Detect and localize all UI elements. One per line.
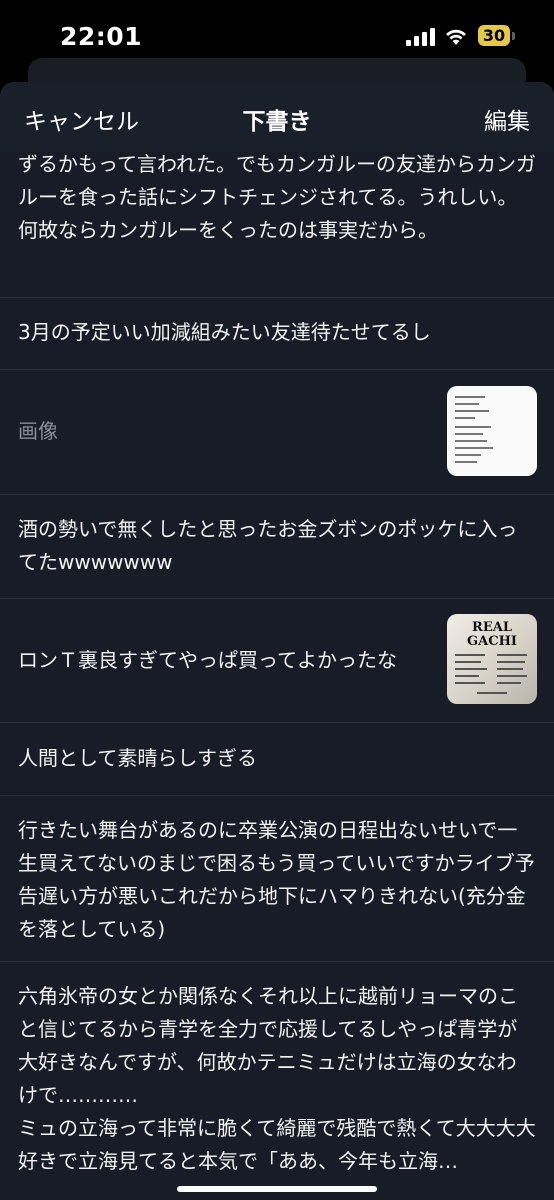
- draft-item[interactable]: 画像: [0, 370, 554, 495]
- draft-item[interactable]: 酒の勢いで無くしたと思ったお金ズボンのポッケに入ってたwwwwwww: [0, 495, 554, 599]
- drafts-nav-bar: キャンセル 下書き 編集: [0, 82, 554, 152]
- wifi-icon: [446, 29, 466, 45]
- draft-text: 3月の予定いい加減組みたい友達待たせてるし: [18, 320, 431, 344]
- draft-item[interactable]: 3月の予定いい加減組みたい友達待たせてるし: [0, 298, 554, 370]
- edit-button[interactable]: 編集: [484, 102, 530, 136]
- draft-item[interactable]: 人間として素晴らしすぎる: [0, 723, 554, 796]
- draft-text: 行きたい舞台があるのに卒業公演の日程出ないせいで一生買えてないのまじで困るもう買…: [18, 818, 535, 941]
- draft-item[interactable]: ずるかもって言われた。でもカンガルーの友達からカンガルーを食った話にシフトチェン…: [0, 134, 554, 298]
- draft-text: ずるかもって言われた。でもカンガルーの友達からカンガルーを食った話にシフトチェン…: [18, 152, 536, 242]
- cellular-signal-icon: [406, 28, 435, 46]
- home-indicator: [177, 1186, 377, 1192]
- drafts-sheet: キャンセル 下書き 編集 ずるかもって言われた。でもカンガルーの友達からカンガル…: [0, 82, 554, 1200]
- draft-text: 酒の勢いで無くしたと思ったお金ズボンのポッケに入ってたwwwwwww: [18, 517, 518, 574]
- draft-text: 人間として素晴らしすぎる: [18, 746, 257, 770]
- battery-icon: 30: [478, 25, 516, 47]
- draft-item[interactable]: 行きたい舞台があるのに卒業公演の日程出ないせいで一生買えてないのまじで困るもう買…: [0, 796, 554, 962]
- battery-level: 30: [482, 26, 506, 45]
- draft-image-thumbnail: REAL GACHI: [447, 614, 537, 704]
- draft-image-thumbnail: [447, 386, 537, 476]
- draft-item[interactable]: 六角氷帝の女とか関係なくそれ以上に越前リョーマのこと信じてるから青学を全力で応援…: [0, 962, 554, 1182]
- cancel-button[interactable]: キャンセル: [24, 102, 139, 136]
- draft-item[interactable]: ロンＴ裏良すぎてやっぱ買ってよかったな REAL GACHI: [0, 599, 554, 723]
- draft-text: 六角氷帝の女とか関係なくそれ以上に越前リョーマのこと信じてるから青学を全力で応援…: [18, 984, 518, 1107]
- thumbnail-title-line2: GACHI: [467, 634, 517, 649]
- thumbnail-title-line1: REAL: [472, 620, 512, 635]
- draft-text-continued: ミュの立海って非常に脆くて綺麗で残酷で熱くて大大大大好きで立海見てると本気で「あ…: [18, 1116, 536, 1173]
- status-time: 22:01: [60, 22, 143, 51]
- drafts-list: ずるかもって言われた。でもカンガルーの友達からカンガルーを食った話にシフトチェン…: [0, 134, 554, 1182]
